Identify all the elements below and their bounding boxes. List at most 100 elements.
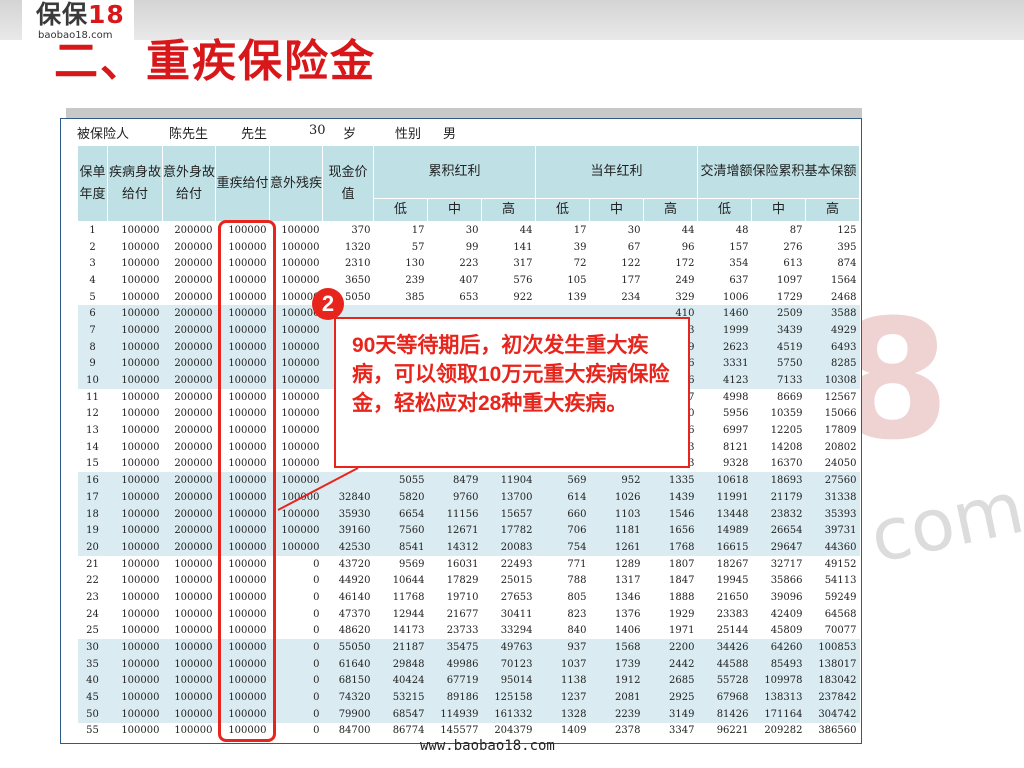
table-cell: 172	[643, 255, 698, 273]
table-cell: 10359	[751, 405, 806, 423]
logo-brand-number: 18	[88, 0, 125, 29]
table-cell: 1409	[535, 722, 590, 740]
table-cell: 100000	[269, 422, 323, 439]
table-row: 16 100000 200000 100000 100000 5055 8479 11904 5…	[77, 472, 860, 489]
table-cell: 100000	[107, 689, 163, 706]
table-cell: 30	[589, 221, 644, 239]
table-cell: 100853	[805, 639, 860, 656]
table-cell: 100000	[107, 355, 163, 373]
table-cell: 100000	[107, 705, 163, 723]
table-cell: 5750	[751, 355, 806, 373]
table-cell: 81426	[697, 705, 752, 723]
watermark-suffix: com	[862, 464, 1024, 580]
table-cell: 1006	[697, 288, 752, 306]
table-cell: 54113	[805, 572, 860, 590]
table-cell: 100000	[107, 555, 163, 573]
table-cell: 1138	[535, 672, 590, 690]
table-cell: 200000	[162, 472, 216, 489]
table-cell: 100000	[269, 472, 323, 489]
footer-url[interactable]: www.baobao18.com	[420, 738, 555, 754]
table-cell: 1739	[589, 655, 644, 673]
table-cell: 100000	[162, 672, 216, 690]
table-cell: 200000	[162, 489, 216, 506]
table-cell: 4	[77, 272, 108, 289]
table-cell: 6	[77, 305, 108, 323]
table-cell: 64568	[805, 605, 860, 623]
table-cell: 576	[481, 272, 536, 289]
table-cell: 2378	[589, 722, 644, 740]
table-cell: 200000	[162, 539, 216, 556]
table-cell: 109978	[751, 672, 806, 690]
table-cell: 89186	[427, 689, 482, 706]
table-cell: 20	[77, 539, 108, 556]
table-cell: 0	[269, 555, 323, 573]
age-unit: 岁	[343, 127, 357, 142]
header-year: 保单年度	[77, 145, 108, 222]
table-cell: 4998	[697, 388, 752, 406]
table-row: 23 100000 100000 100000 0 46140 11768 19710 2765…	[77, 589, 860, 606]
table-cell: 59249	[805, 589, 860, 606]
sub-high: 高	[643, 198, 698, 222]
table-cell: 754	[535, 539, 590, 556]
table-cell: 100000	[107, 438, 163, 456]
table-cell: 200000	[162, 338, 216, 356]
table-cell: 613	[751, 255, 806, 273]
table-cell: 5820	[373, 489, 428, 506]
table-cell: 33294	[481, 622, 536, 640]
table-cell: 1546	[643, 505, 698, 523]
table-cell: 99	[427, 238, 482, 256]
table-cell: 21187	[373, 639, 428, 656]
table-cell: 100000	[107, 238, 163, 256]
table-cell: 6997	[697, 422, 752, 439]
sub-low: 低	[697, 198, 752, 222]
table-cell: 100000	[162, 572, 216, 590]
table-cell: 27653	[481, 589, 536, 606]
table-cell: 44	[481, 221, 536, 239]
table-cell: 100000	[107, 322, 163, 339]
table-cell: 7133	[751, 372, 806, 389]
table-cell: 67719	[427, 672, 482, 690]
table-cell: 1912	[589, 672, 644, 690]
table-cell: 1439	[643, 489, 698, 506]
table-cell: 86774	[373, 722, 428, 740]
table-cell: 1335	[643, 472, 698, 489]
table-cell: 4123	[697, 372, 752, 389]
table-cell: 2925	[643, 689, 698, 706]
table-cell: 1103	[589, 505, 644, 523]
table-cell: 100000	[107, 722, 163, 740]
table-cell: 653	[427, 288, 482, 306]
table-row: 17 100000 200000 100000 100000 32840 5820 9760 1…	[77, 489, 860, 506]
table-cell: 17782	[481, 522, 536, 540]
table-cell: 49763	[481, 639, 536, 656]
table-cell: 3347	[643, 722, 698, 740]
table-cell: 39731	[805, 522, 860, 540]
label-insured: 被保险人	[77, 127, 130, 142]
table-cell: 125	[805, 221, 860, 239]
insured-name: 陈先生	[169, 127, 209, 142]
table-cell: 23	[77, 589, 108, 606]
table-cell: 12	[77, 405, 108, 423]
table-cell: 25015	[481, 572, 536, 590]
table-cell: 2623	[697, 338, 752, 356]
table-cell: 0	[269, 639, 323, 656]
table-cell: 79900	[322, 705, 374, 723]
table-cell: 11768	[373, 589, 428, 606]
gender-label: 性别	[395, 127, 422, 142]
table-cell: 30	[77, 639, 108, 656]
table-cell: 100000	[107, 539, 163, 556]
table-cell: 21	[77, 555, 108, 573]
table-cell: 1	[77, 221, 108, 239]
table-cell: 49152	[805, 555, 860, 573]
table-cell: 5055	[373, 472, 428, 489]
table-cell: 1460	[697, 305, 752, 323]
table-cell: 874	[805, 255, 860, 273]
table-cell: 329	[643, 288, 698, 306]
table-cell: 100000	[107, 288, 163, 306]
table-cell: 13	[77, 422, 108, 439]
header-accident-death: 意外身故给付	[162, 145, 216, 222]
table-cell: 100000	[107, 589, 163, 606]
table-cell: 29848	[373, 655, 428, 673]
table-cell: 9	[77, 355, 108, 373]
table-cell: 12205	[751, 422, 806, 439]
table-cell: 0	[269, 705, 323, 723]
